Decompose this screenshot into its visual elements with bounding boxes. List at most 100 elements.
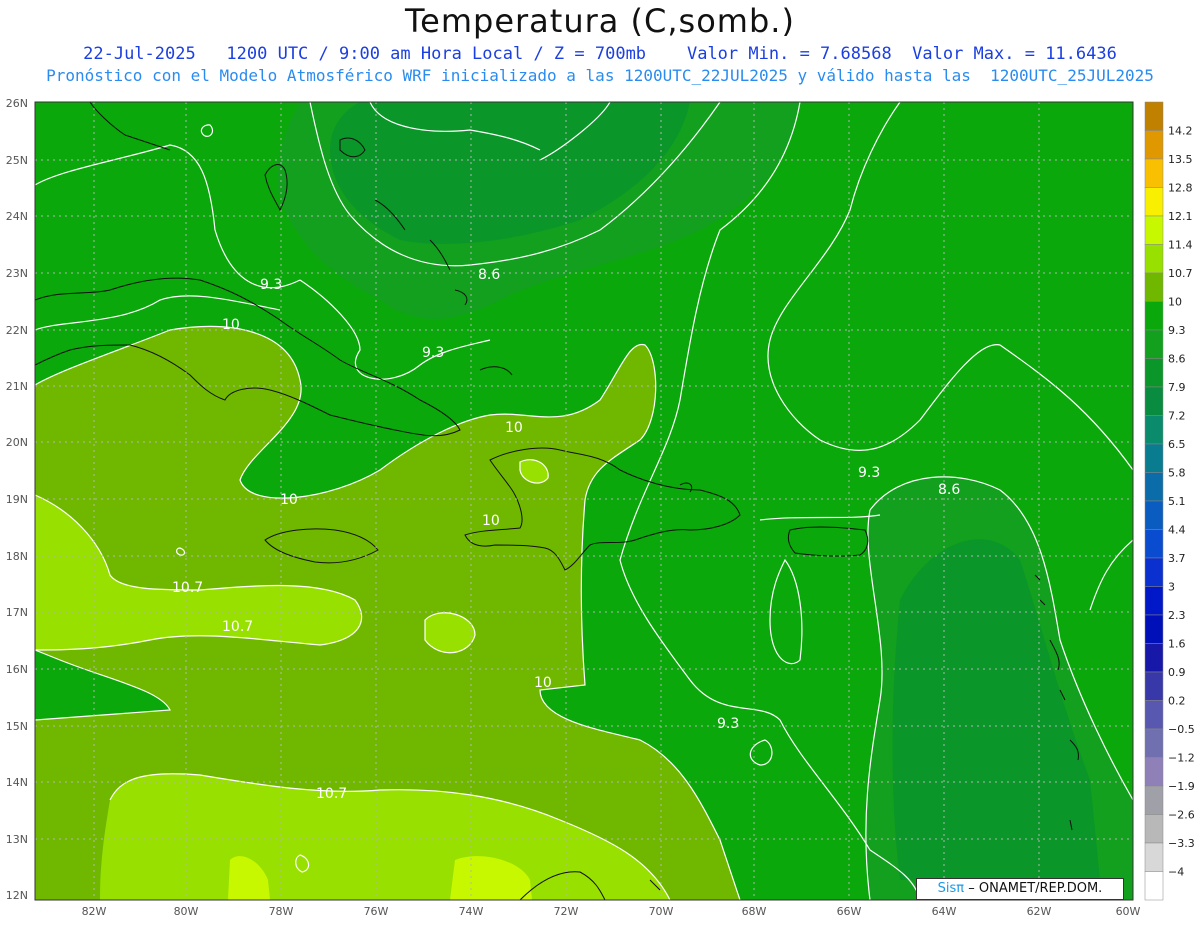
colorbar-swatch bbox=[1144, 215, 1164, 245]
colorbar-swatch bbox=[1144, 443, 1164, 473]
colorbar-swatch bbox=[1144, 700, 1164, 730]
credit-box: Sisπ – ONAMET/REP.DOM. bbox=[916, 878, 1124, 900]
lat-label: 13N bbox=[6, 833, 28, 846]
colorbar-label: 5.8 bbox=[1168, 467, 1186, 480]
colorbar-label: 11.4 bbox=[1168, 239, 1193, 252]
lon-label: 70W bbox=[649, 905, 674, 918]
sis-logo: Sisπ bbox=[937, 881, 965, 896]
colorbar-label: −2.6 bbox=[1168, 809, 1195, 822]
lon-label: 62W bbox=[1027, 905, 1052, 918]
colorbar-swatch bbox=[1144, 728, 1164, 758]
longitude-labels: 82W 80W 78W 76W 74W 72W 70W 68W 66W 64W … bbox=[82, 905, 1141, 918]
colorbar-label: −4 bbox=[1168, 866, 1184, 879]
colorbar-swatch bbox=[1144, 472, 1164, 502]
colorbar-label: −1.2 bbox=[1168, 752, 1195, 765]
colorbar-label: 10 bbox=[1168, 296, 1182, 309]
colorbar-swatch bbox=[1144, 586, 1164, 616]
contour-label: 10.7 bbox=[222, 619, 253, 635]
colorbar-label: −0.5 bbox=[1168, 723, 1195, 736]
colorbar-label: 12.8 bbox=[1168, 182, 1193, 195]
colorbar-swatch bbox=[1144, 842, 1164, 872]
colorbar-label: 0.2 bbox=[1168, 695, 1186, 708]
colorbar-swatch bbox=[1144, 757, 1164, 787]
colorbar-swatch bbox=[1144, 814, 1164, 844]
lon-label: 74W bbox=[459, 905, 484, 918]
contour-label: 9.3 bbox=[858, 465, 880, 481]
lat-label: 26N bbox=[6, 97, 28, 110]
colorbar-swatch bbox=[1144, 614, 1164, 644]
colorbar-swatch bbox=[1144, 272, 1164, 302]
colorbar-swatch bbox=[1144, 785, 1164, 815]
lat-label: 12N bbox=[6, 889, 28, 902]
contour-label: 10 bbox=[222, 317, 240, 333]
colorbar-swatch bbox=[1144, 329, 1164, 359]
contour-label: 8.6 bbox=[478, 267, 500, 283]
lat-label: 14N bbox=[6, 776, 28, 789]
lat-label: 25N bbox=[6, 154, 28, 167]
colorbar-swatch bbox=[1144, 871, 1164, 901]
lon-label: 64W bbox=[932, 905, 957, 918]
lon-label: 78W bbox=[269, 905, 294, 918]
colorbar-label: 0.9 bbox=[1168, 666, 1186, 679]
lat-label: 23N bbox=[6, 267, 28, 280]
colorbar-label: 7.2 bbox=[1168, 410, 1186, 423]
colorbar-swatch bbox=[1144, 130, 1164, 160]
lat-label: 19N bbox=[6, 493, 28, 506]
colorbar-label: 2.3 bbox=[1168, 609, 1186, 622]
colorbar-swatch bbox=[1144, 671, 1164, 701]
lat-label: 21N bbox=[6, 380, 28, 393]
colorbar-swatch bbox=[1144, 529, 1164, 559]
lat-label: 20N bbox=[6, 436, 28, 449]
contour-label: 9.3 bbox=[422, 345, 444, 361]
latitude-labels: 26N 25N 24N 23N 22N 21N 20N 19N 18N 17N … bbox=[6, 97, 28, 902]
contour-label: 9.3 bbox=[260, 277, 282, 293]
lon-label: 68W bbox=[742, 905, 767, 918]
lat-label: 15N bbox=[6, 720, 28, 733]
colorbar-swatch bbox=[1144, 557, 1164, 587]
contour-label: 10 bbox=[280, 492, 298, 508]
contour-label: 10 bbox=[534, 675, 552, 691]
colorbar-label: 7.9 bbox=[1168, 381, 1186, 394]
lat-label: 17N bbox=[6, 606, 28, 619]
colorbar-label: 6.5 bbox=[1168, 438, 1186, 451]
lat-label: 18N bbox=[6, 550, 28, 563]
colorbar-label: 13.5 bbox=[1168, 153, 1193, 166]
lat-label: 16N bbox=[6, 663, 28, 676]
colorbar-label: 5.1 bbox=[1168, 495, 1186, 508]
contour-label: 10 bbox=[505, 420, 523, 436]
contour-label: 10.7 bbox=[172, 580, 203, 596]
lat-label: 24N bbox=[6, 210, 28, 223]
lon-label: 60W bbox=[1116, 905, 1141, 918]
colorbar-swatch bbox=[1144, 244, 1164, 274]
contour-label: 9.3 bbox=[717, 716, 739, 732]
colorbar-swatch bbox=[1144, 101, 1164, 131]
colorbar-swatch bbox=[1144, 158, 1164, 188]
colorbar-label: −3.3 bbox=[1168, 837, 1195, 850]
colorbar-label: 14.2 bbox=[1168, 125, 1193, 138]
colorbar-swatch bbox=[1144, 301, 1164, 331]
colorbar-label: 8.6 bbox=[1168, 353, 1186, 366]
colorbar-label: 9.3 bbox=[1168, 324, 1186, 337]
colorbar-label: 1.6 bbox=[1168, 638, 1186, 651]
lon-label: 72W bbox=[554, 905, 579, 918]
colorbar-label: 3 bbox=[1168, 581, 1175, 594]
colorbar-label: 4.4 bbox=[1168, 524, 1186, 537]
map-figure: 9.3 8.6 10 9.3 10 10 10 10.7 10.7 10 9.3… bbox=[6, 97, 1195, 918]
colorbar-label: 3.7 bbox=[1168, 552, 1186, 565]
lon-label: 82W bbox=[82, 905, 107, 918]
colorbar: 14.2 13.5 12.8 12.1 11.4 10.7 10 9.3 8.6 7.9 7.2 6.… bbox=[1144, 101, 1195, 901]
colorbar-swatch bbox=[1144, 187, 1164, 217]
colorbar-swatch bbox=[1144, 358, 1164, 388]
contour-label: 8.6 bbox=[938, 482, 960, 498]
lon-label: 76W bbox=[364, 905, 389, 918]
contour-label: 10.7 bbox=[316, 786, 347, 802]
colorbar-label: 10.7 bbox=[1168, 267, 1193, 280]
contour-label: 10 bbox=[482, 513, 500, 529]
colorbar-swatch bbox=[1144, 386, 1164, 416]
lon-label: 66W bbox=[837, 905, 862, 918]
colorbar-label: 12.1 bbox=[1168, 210, 1193, 223]
credit-text: – ONAMET/REP.DOM. bbox=[968, 881, 1103, 896]
lat-label: 22N bbox=[6, 324, 28, 337]
colorbar-swatch bbox=[1144, 500, 1164, 530]
colorbar-swatch bbox=[1144, 415, 1164, 445]
